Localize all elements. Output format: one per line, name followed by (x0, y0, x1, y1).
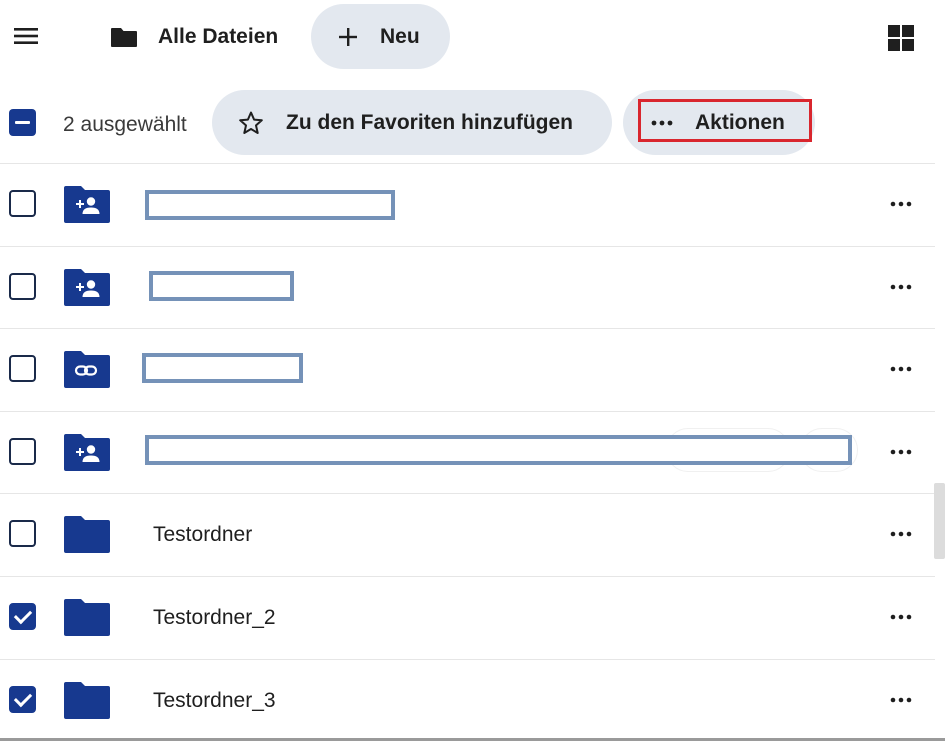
plus-icon (339, 27, 357, 46)
actions-button[interactable]: Aktionen (623, 90, 815, 155)
shared-folder-icon (64, 433, 110, 471)
folder-icon (64, 598, 110, 636)
more-horizontal-icon (890, 614, 912, 620)
more-horizontal-icon (651, 120, 673, 125)
more-horizontal-icon (890, 449, 912, 455)
add-to-favorites-label: Zu den Favoriten hinzufügen (286, 110, 573, 134)
row-checkbox-checked[interactable] (9, 602, 36, 630)
file-name[interactable]: Testordner (153, 523, 252, 547)
more-horizontal-icon (890, 366, 912, 372)
redacted-file-name (142, 353, 303, 384)
new-button[interactable]: Neu (311, 4, 450, 69)
selection-bar: 2 ausgewählt Zu den Favoriten hinzufügen… (0, 86, 945, 162)
redacted-file-name (145, 434, 852, 465)
file-row[interactable] (0, 245, 935, 329)
row-checkbox[interactable] (9, 272, 36, 300)
file-row[interactable]: Testordner_2 (0, 575, 935, 659)
new-button-label: Neu (380, 24, 420, 48)
actions-button-label: Aktionen (695, 110, 785, 134)
row-more-button[interactable] (880, 186, 922, 222)
vertical-scrollbar[interactable] (934, 483, 945, 559)
row-more-button[interactable] (880, 516, 922, 552)
file-name[interactable]: Testordner_3 (153, 689, 276, 713)
row-checkbox-checked[interactable] (9, 685, 36, 713)
shared-folder-icon (64, 186, 110, 223)
file-row[interactable]: Testordner_3 (0, 658, 935, 741)
folder-icon (64, 681, 110, 719)
selection-count: 2 ausgewählt (63, 113, 187, 136)
link-folder-icon (64, 351, 110, 389)
file-row[interactable] (0, 163, 935, 246)
file-row[interactable] (0, 410, 935, 494)
folder-icon (111, 28, 137, 47)
more-horizontal-icon (890, 284, 912, 289)
breadcrumb-label: Alle Dateien (158, 25, 279, 48)
row-more-button[interactable] (880, 682, 922, 718)
breadcrumb[interactable]: Alle Dateien (110, 18, 278, 56)
hamburger-menu-icon (14, 28, 38, 44)
more-horizontal-icon (890, 201, 912, 207)
row-more-button[interactable] (880, 599, 922, 635)
row-checkbox[interactable] (9, 520, 36, 548)
top-toolbar: Alle Dateien Neu (0, 0, 945, 76)
redacted-file-name (145, 190, 395, 220)
file-name[interactable]: Testordner_2 (153, 606, 276, 630)
file-list: Testordner Testordner_2 Testordner_3 (0, 163, 935, 741)
hamburger-menu-button[interactable] (6, 16, 46, 56)
more-horizontal-icon (890, 697, 912, 702)
row-more-button[interactable] (880, 351, 922, 387)
add-to-favorites-button[interactable]: Zu den Favoriten hinzufügen (212, 90, 612, 155)
row-more-button[interactable] (880, 269, 922, 305)
row-more-button[interactable] (880, 434, 922, 470)
file-row[interactable]: Testordner (0, 493, 935, 576)
star-icon (239, 111, 263, 134)
folder-icon (64, 516, 110, 554)
file-row[interactable] (0, 328, 935, 411)
grid-view-icon (888, 25, 914, 51)
more-horizontal-icon (890, 532, 912, 537)
grid-view-button[interactable] (880, 17, 922, 59)
select-all-checkbox[interactable] (9, 109, 36, 136)
row-checkbox[interactable] (9, 437, 36, 465)
row-checkbox[interactable] (9, 190, 36, 217)
redacted-file-name (149, 270, 294, 301)
shared-folder-icon (64, 268, 110, 306)
row-checkbox[interactable] (9, 355, 36, 383)
